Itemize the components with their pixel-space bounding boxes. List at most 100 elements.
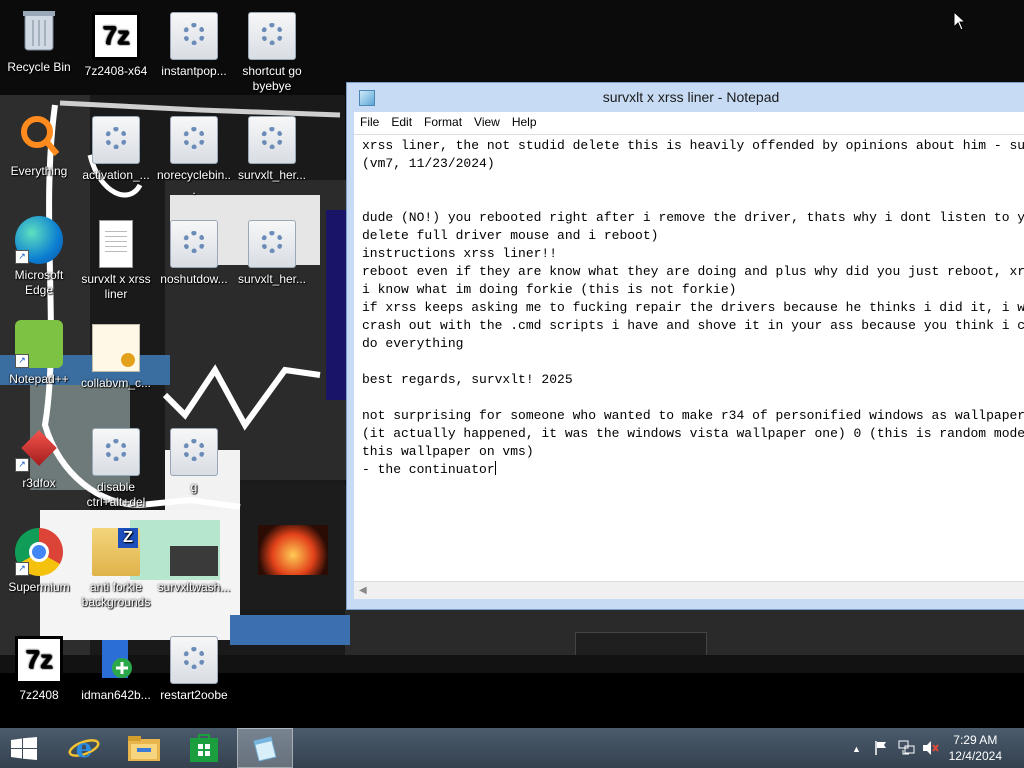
- desktop-icon-label: idman642b...: [81, 688, 151, 702]
- desktop-icon-label: disable ctrl+alt+del: [86, 480, 146, 509]
- document-text[interactable]: xrss liner, the not studid delete this i…: [362, 137, 1024, 479]
- desktop-icon-label: Recycle Bin: [7, 60, 71, 74]
- recycle-bin-icon: [22, 8, 56, 56]
- desktop-icon-label: 7z2408: [19, 688, 59, 702]
- desktop-icon-label: survxlt x xrss liner: [81, 272, 151, 301]
- taskbar-file-explorer[interactable]: [116, 728, 172, 768]
- clock-date: 12/4/2024: [948, 749, 1002, 763]
- desktop-icon-norecyclebin[interactable]: norecyclebin...: [156, 116, 232, 198]
- notepad-plus-plus-icon: ↗: [15, 320, 63, 368]
- document-content: xrss liner, the not studid delete this i…: [362, 138, 1024, 477]
- batch-file-icon: [92, 116, 140, 164]
- r3dfox-browser-icon: ↗: [15, 424, 63, 472]
- text-document-icon: [99, 220, 133, 268]
- desktop-icon-label: 7z2408-x64: [84, 64, 148, 78]
- menu-edit[interactable]: Edit: [385, 112, 418, 129]
- notepad-window[interactable]: survxlt x xrss liner - Notepad File Edit F…: [346, 82, 1024, 610]
- horizontal-scrollbar[interactable]: ◀: [354, 581, 1024, 599]
- clock-time: 7:29 AM: [953, 733, 998, 747]
- scroll-left-arrow-icon[interactable]: ◀: [359, 585, 367, 596]
- desktop-icon-label: g: [190, 480, 198, 494]
- desktop-icon-label: Notepad++: [9, 372, 69, 386]
- desktop-icon-label: survxlt_her...: [237, 272, 307, 286]
- 7zip-installer-icon: 7z: [92, 12, 140, 60]
- desktop-icon-label: Microsoft Edge: [14, 268, 64, 297]
- volume-muted-icon[interactable]: [922, 740, 940, 756]
- desktop-icon-everything[interactable]: Everything: [1, 112, 77, 179]
- supermium-browser-icon: ↗: [15, 528, 63, 576]
- desktop-icon-survxlt-her-1[interactable]: survxlt_her...: [234, 116, 310, 183]
- internet-explorer-icon: e: [68, 734, 100, 763]
- desktop-icon-label: restart2oobe: [160, 688, 228, 702]
- window-title: survxlt x xrss liner - Notepad: [602, 89, 780, 105]
- batch-file-icon: [248, 116, 296, 164]
- desktop-icon-label: Supermium: [8, 580, 70, 594]
- batch-file-icon: [170, 428, 218, 476]
- system-clock[interactable]: 7:29 AM 12/4/2024: [949, 732, 1002, 764]
- desktop-icon-survxltwash[interactable]: survxltwash...: [156, 528, 232, 595]
- menu-format[interactable]: Format: [418, 112, 468, 129]
- svg-text:e: e: [76, 734, 93, 763]
- desktop-icon-label: shortcut go byebye: [242, 64, 302, 93]
- idm-installer-icon: [92, 636, 140, 684]
- desktop-icon-label: noshutdow...: [160, 272, 228, 286]
- menu-bar: File Edit Format View Help: [354, 112, 1024, 134]
- text-caret: [494, 461, 496, 475]
- taskbar-notepad[interactable]: [237, 728, 293, 768]
- desktop-icon-supermium[interactable]: ↗ Supermium: [1, 528, 77, 595]
- desktop-icon-recycle-bin[interactable]: Recycle Bin: [1, 8, 77, 75]
- batch-file-icon: [92, 428, 140, 476]
- desktop-icon-survxlt-her-2[interactable]: survxlt_her...: [234, 220, 310, 287]
- start-button[interactable]: [0, 728, 50, 768]
- desktop-icon-anti-forkie-backgrounds[interactable]: Z anti forkie backgrounds: [78, 528, 154, 610]
- menu-view[interactable]: View: [468, 112, 506, 129]
- menu-file[interactable]: File: [354, 112, 385, 129]
- desktop-icon-microsoft-edge[interactable]: ↗ Microsoft Edge: [1, 216, 77, 298]
- shortcut-arrow-icon: ↗: [15, 458, 29, 472]
- notepad-title-bar[interactable]: survxlt x xrss liner - Notepad: [347, 83, 1024, 111]
- zip-folder-icon: Z: [92, 528, 140, 576]
- desktop-icon-instantpop[interactable]: instantpop...: [156, 12, 232, 79]
- mouse-pointer-icon: [953, 11, 967, 31]
- desktop-icon-restart2oobe[interactable]: restart2oobe: [156, 636, 232, 703]
- shortcut-arrow-icon: ↗: [15, 250, 29, 264]
- desktop-icon-label: instantpop...: [161, 64, 227, 78]
- desktop-icon-label: anti forkie backgrounds: [81, 580, 151, 609]
- notepad-icon: [253, 736, 277, 762]
- text-editor-area[interactable]: xrss liner, the not studid delete this i…: [354, 134, 1024, 599]
- menu-help[interactable]: Help: [506, 112, 543, 129]
- desktop-icon-survxlt-x-xrss-liner[interactable]: survxlt x xrss liner: [78, 220, 154, 302]
- shortcut-arrow-icon: ↗: [15, 562, 29, 576]
- desktop-icon-notepad-plus-plus[interactable]: ↗ Notepad++: [1, 320, 77, 387]
- desktop-icon-idman[interactable]: idman642b...: [78, 636, 154, 703]
- desktop-icon-7z2408[interactable]: 7z 7z2408: [1, 636, 77, 703]
- desktop-icon-noshutdown[interactable]: noshutdow...: [156, 220, 232, 287]
- everything-search-icon: [15, 112, 63, 160]
- desktop-icon-shortcut-go-byebye[interactable]: shortcut go byebye: [234, 12, 310, 94]
- windows-logo-icon: [11, 737, 37, 760]
- desktop-icon-label: activation_...: [82, 168, 150, 182]
- desktop-icon-label: Everything: [10, 164, 68, 178]
- desktop-icon-7z2408-x64[interactable]: 7z 7z2408-x64: [78, 12, 154, 79]
- edge-browser-icon: ↗: [15, 216, 63, 264]
- network-icon[interactable]: [898, 740, 916, 756]
- desktop-icon-disable-ctrl-alt-del[interactable]: disable ctrl+alt+del: [78, 428, 154, 510]
- desktop-icon-collabvm[interactable]: collabvm_c...: [78, 324, 154, 391]
- taskbar-store[interactable]: [176, 728, 232, 768]
- batch-file-icon: [170, 12, 218, 60]
- desktop-icon-label: survxlt_her...: [237, 168, 307, 182]
- desktop-icon-label: collabvm_c...: [80, 376, 152, 390]
- desktop-icon-g[interactable]: g: [156, 428, 232, 495]
- action-center-flag-icon[interactable]: [873, 740, 889, 756]
- file-explorer-icon: [128, 736, 160, 761]
- desktop-icon-label: norecyclebin...: [156, 168, 232, 197]
- taskbar-internet-explorer[interactable]: e: [56, 728, 112, 768]
- desktop-icon-label: r3dfox: [22, 476, 56, 490]
- desktop-icon-activation[interactable]: activation_...: [78, 116, 154, 183]
- show-hidden-icons-chevron-icon[interactable]: ▲: [852, 744, 861, 754]
- notepad-app-icon[interactable]: [359, 90, 375, 106]
- certificate-icon: [92, 324, 140, 372]
- desktop-icon-r3dfox[interactable]: ↗ r3dfox: [1, 424, 77, 491]
- desktop-icon-label: survxltwash...: [157, 580, 231, 594]
- batch-file-icon: [248, 12, 296, 60]
